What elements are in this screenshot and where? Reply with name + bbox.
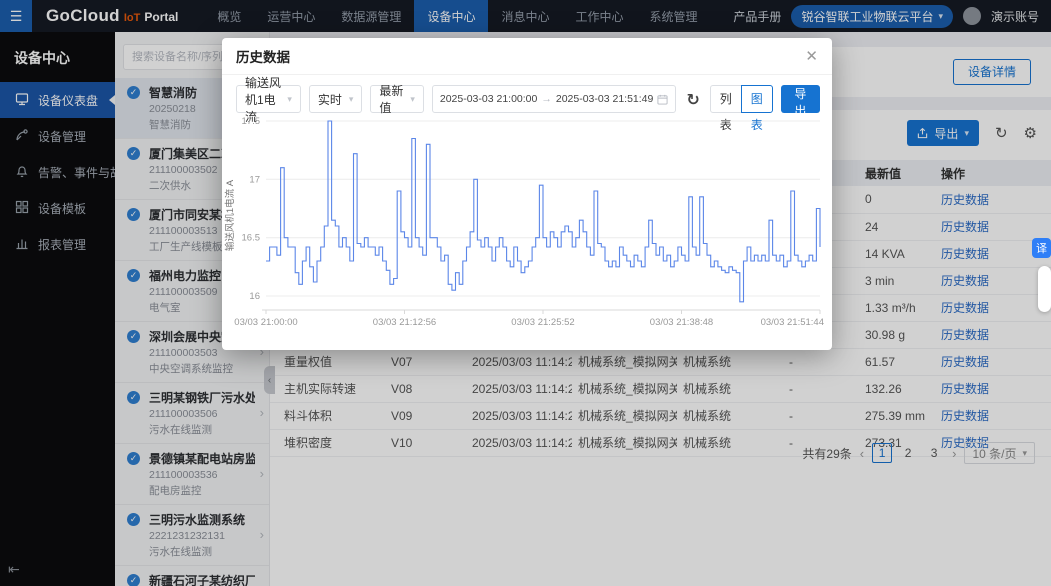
date-range-picker[interactable]: 2025-03-03 21:00:00 → 2025-03-03 21:51:4… <box>432 85 677 113</box>
history-data-modal: 历史数据 ✕ 输送风机1电流▾ 实时▾ 最新值▾ 2025-03-03 21:0… <box>222 38 832 350</box>
date-end: 2025-03-03 21:51:49 <box>556 93 654 105</box>
svg-text:16.5: 16.5 <box>242 233 261 244</box>
svg-text:16: 16 <box>249 291 260 302</box>
view-toggle: 列表 图表 <box>710 85 773 113</box>
arrow-right-icon: → <box>541 93 552 105</box>
mode-select[interactable]: 实时▾ <box>309 85 362 113</box>
modal-header: 历史数据 ✕ <box>222 38 832 75</box>
svg-text:输送风机1电流 A: 输送风机1电流 A <box>224 179 236 251</box>
modal-title: 历史数据 <box>236 46 290 66</box>
svg-text:17: 17 <box>249 174 260 185</box>
mode-select-value: 实时 <box>318 91 342 108</box>
modal-filters: 输送风机1电流▾ 实时▾ 最新值▾ 2025-03-03 21:00:00 → … <box>222 75 832 113</box>
svg-text:03/03 21:38:48: 03/03 21:38:48 <box>650 317 713 328</box>
value-type-select-value: 最新值 <box>379 82 410 116</box>
date-start: 2025-03-03 21:00:00 <box>440 93 538 105</box>
side-scroll-pill[interactable] <box>1038 266 1051 312</box>
svg-text:17.5: 17.5 <box>242 116 261 127</box>
translate-widget-button[interactable]: 译 <box>1032 238 1051 258</box>
svg-text:03/03 21:51:44: 03/03 21:51:44 <box>761 317 824 328</box>
calendar-icon <box>657 94 668 105</box>
list-view-button[interactable]: 列表 <box>710 85 742 113</box>
svg-text:03/03 21:25:52: 03/03 21:25:52 <box>511 317 574 328</box>
svg-text:03/03 21:12:56: 03/03 21:12:56 <box>373 317 436 328</box>
close-icon[interactable]: ✕ <box>805 47 818 65</box>
chart-view-button[interactable]: 图表 <box>741 85 773 113</box>
value-type-select[interactable]: 最新值▾ <box>370 85 423 113</box>
app-root: ☰ GoCloud IoT Portal 概览运营中心数据源管理设备中心消息中心… <box>0 0 1051 586</box>
refresh-icon[interactable]: ↻ <box>684 90 701 109</box>
svg-text:03/03 21:00:00: 03/03 21:00:00 <box>234 317 297 328</box>
history-line-chart: 16 16.5 17 17.5 03/03 21:00:00 03/03 21:12:56… <box>222 112 832 342</box>
property-select[interactable]: 输送风机1电流▾ <box>236 85 301 113</box>
modal-export-button[interactable]: 导出 <box>781 85 820 113</box>
